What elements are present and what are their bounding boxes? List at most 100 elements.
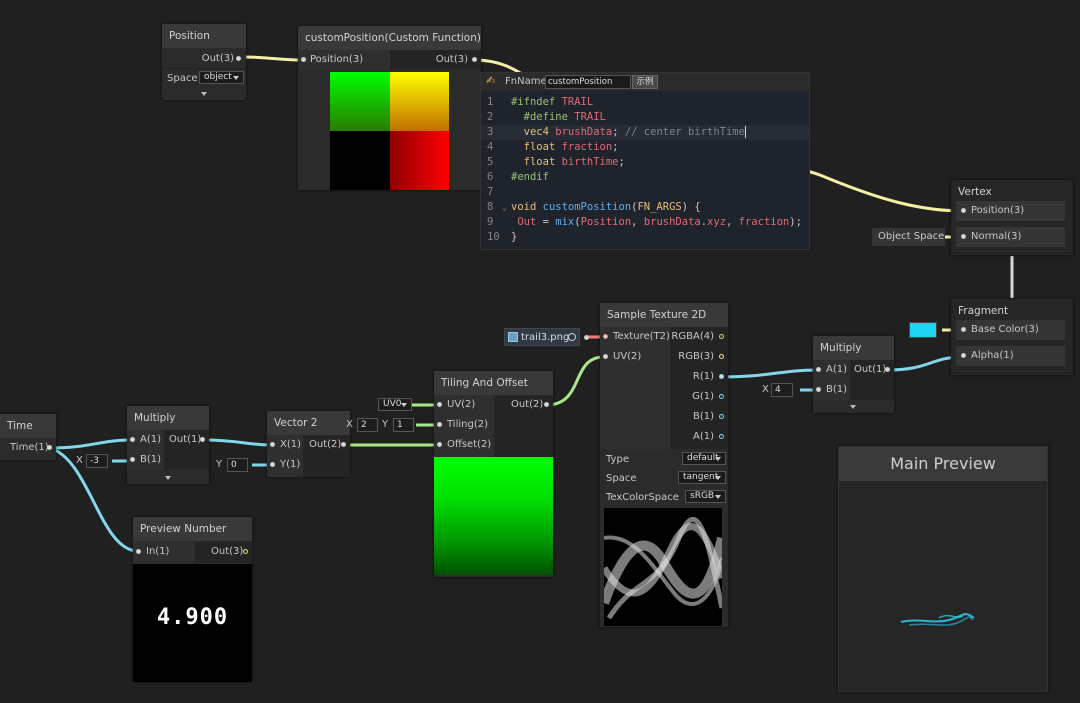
code-editor-header: ✍ FnName customPosition 示例: [481, 73, 809, 91]
custom-in-dot[interactable]: [301, 57, 306, 62]
preview-out-dot[interactable]: [243, 549, 248, 554]
fragment-master-node[interactable]: Fragment Base Color(3) Alpha(1): [951, 299, 1073, 375]
texture-asset-out-dot[interactable]: [584, 335, 589, 340]
uv-channel-dropdown[interactable]: UV0: [378, 398, 412, 411]
custom-out-dot[interactable]: [472, 57, 477, 62]
sample-texture-dot[interactable]: [603, 334, 608, 339]
fragment-basecolor-dot[interactable]: [961, 327, 966, 332]
custom-preview-image: [330, 72, 449, 190]
preview-number-display: 4.900: [133, 564, 252, 682]
tiling-offset-node[interactable]: Tiling And Offset UV(2) Tiling(2) Offset…: [434, 371, 553, 577]
node-title[interactable]: Tiling And Offset: [434, 371, 553, 395]
vertex-normal-slot[interactable]: Normal(3): [956, 227, 1065, 247]
multiply-node-2[interactable]: Multiply A(1) B(1) Out(1): [813, 336, 894, 413]
node-title[interactable]: Position: [162, 24, 246, 48]
type-label: Type: [606, 454, 629, 465]
port-label: A(1): [140, 434, 162, 445]
node-title[interactable]: Time: [0, 414, 56, 438]
fragment-basecolor-slot[interactable]: Base Color(3): [956, 320, 1065, 340]
vertex-normal-dot[interactable]: [961, 234, 966, 239]
position-node[interactable]: Position Out(3) Space object: [162, 24, 246, 100]
node-title[interactable]: Sample Texture 2D: [600, 303, 728, 327]
colorspace-dropdown[interactable]: sRGB: [685, 490, 726, 503]
field-value: 2: [361, 420, 367, 430]
node-title[interactable]: Multiply: [127, 406, 209, 430]
custom-in-port[interactable]: Position(3): [310, 50, 363, 70]
multiply1-b-dot[interactable]: [130, 457, 135, 462]
tiling-y-field[interactable]: 1: [393, 418, 414, 432]
fragment-alpha-dot[interactable]: [961, 353, 966, 358]
vertex-position-dot[interactable]: [961, 208, 966, 213]
sample-r-dot[interactable]: [719, 374, 724, 379]
multiply2-a-dot[interactable]: [816, 367, 821, 372]
multiply1-b-field[interactable]: -3: [86, 454, 108, 468]
multiply1-out-dot[interactable]: [200, 437, 205, 442]
node-title[interactable]: Preview Number: [133, 517, 252, 541]
field-value: -3: [90, 456, 99, 466]
tiling-uv-dot[interactable]: [437, 402, 442, 407]
texture-asset-field[interactable]: trail3.png: [504, 328, 580, 346]
port-label: In(1): [146, 546, 170, 557]
vertex-position-slot[interactable]: Position(3): [956, 201, 1065, 221]
sample-rgb-dot[interactable]: [719, 354, 724, 359]
wire-r-to-multiply: [719, 368, 819, 379]
node-title[interactable]: customPosition(Custom Function): [298, 26, 481, 50]
tiling-x-field[interactable]: 2: [357, 418, 378, 432]
multiply2-b-field[interactable]: 4: [771, 383, 793, 397]
main-preview-panel[interactable]: Main Preview: [838, 446, 1048, 692]
main-preview-header[interactable]: Main Preview: [839, 447, 1047, 481]
tiling-tiling-dot[interactable]: [437, 422, 442, 427]
collapse-chevron-icon[interactable]: [165, 476, 171, 480]
port-label: Normal(3): [971, 231, 1022, 242]
preview-number-node[interactable]: Preview Number In(1) Out(3) 4.900: [133, 517, 252, 682]
fragment-alpha-slot[interactable]: Alpha(1): [956, 346, 1065, 366]
multiply1-a-dot[interactable]: [130, 437, 135, 442]
tiling-offset-dot[interactable]: [437, 442, 442, 447]
space-dropdown[interactable]: object: [199, 71, 244, 84]
fn-name-input[interactable]: customPosition: [545, 75, 631, 89]
collapse-chevron-icon[interactable]: [201, 92, 207, 96]
normal-object-space-input[interactable]: Object Space: [872, 228, 945, 246]
vector2-node[interactable]: Vector 2 X(1) Y(1) Out(2): [267, 411, 350, 477]
time-out-port[interactable]: Time(1): [10, 438, 49, 458]
colorspace-value: sRGB: [690, 491, 715, 501]
preview-in-dot[interactable]: [136, 549, 141, 554]
multiply-node-1[interactable]: Multiply A(1) B(1) Out(1): [127, 406, 209, 484]
vector2-y-field[interactable]: 0: [227, 458, 248, 472]
node-title[interactable]: Vector 2: [267, 411, 350, 435]
vector2-x-dot[interactable]: [270, 442, 275, 447]
tiling-out-dot[interactable]: [544, 402, 549, 407]
time-out-dot[interactable]: [47, 445, 52, 450]
port-label: R(1): [692, 371, 714, 382]
code-line: 8 ⌄ void customPosition(FN_ARGS) {: [487, 201, 701, 213]
sample-uv-dot[interactable]: [603, 354, 608, 359]
sample-texture-2d-node[interactable]: Sample Texture 2D Texture(T2) UV(2) RGBA…: [600, 303, 728, 627]
vector2-y-dot[interactable]: [270, 462, 275, 467]
space-dropdown[interactable]: tangent: [678, 471, 726, 484]
collapse-chevron-icon[interactable]: [850, 405, 856, 409]
sample-rgba-dot[interactable]: [719, 334, 724, 339]
base-color-swatch[interactable]: [909, 322, 937, 338]
custom-out-port[interactable]: Out(3): [436, 50, 468, 70]
node-title[interactable]: Multiply: [813, 336, 894, 360]
wire-time-to-multiply: [49, 438, 133, 450]
sample-b-dot[interactable]: [719, 414, 724, 419]
sample-g-dot[interactable]: [719, 394, 724, 399]
main-preview-render[interactable]: [839, 482, 1047, 690]
port-label: Position(3): [310, 54, 364, 65]
vector2-out-dot[interactable]: [341, 442, 346, 447]
vertex-master-node[interactable]: Vertex Position(3) Normal(3): [951, 180, 1073, 255]
position-out-dot[interactable]: [236, 56, 241, 61]
port-label: Y(1): [280, 459, 301, 470]
multiply2-out-dot[interactable]: [885, 367, 890, 372]
example-button[interactable]: 示例: [632, 75, 658, 89]
type-dropdown[interactable]: default: [682, 452, 726, 465]
code-editor[interactable]: ✍ FnName customPosition 示例 1 #ifndef TRAI…: [480, 72, 810, 250]
time-node[interactable]: Time Time(1): [0, 414, 56, 460]
object-picker-icon[interactable]: [568, 333, 576, 341]
code-lines[interactable]: 1 #ifndef TRAIL 2 #define TRAIL 3 vec4 br…: [481, 95, 809, 245]
custom-function-node[interactable]: customPosition(Custom Function) Position…: [298, 26, 481, 190]
multiply2-b-dot[interactable]: [816, 387, 821, 392]
sample-a-dot[interactable]: [719, 434, 724, 439]
position-out-port[interactable]: Out(3): [202, 49, 234, 69]
